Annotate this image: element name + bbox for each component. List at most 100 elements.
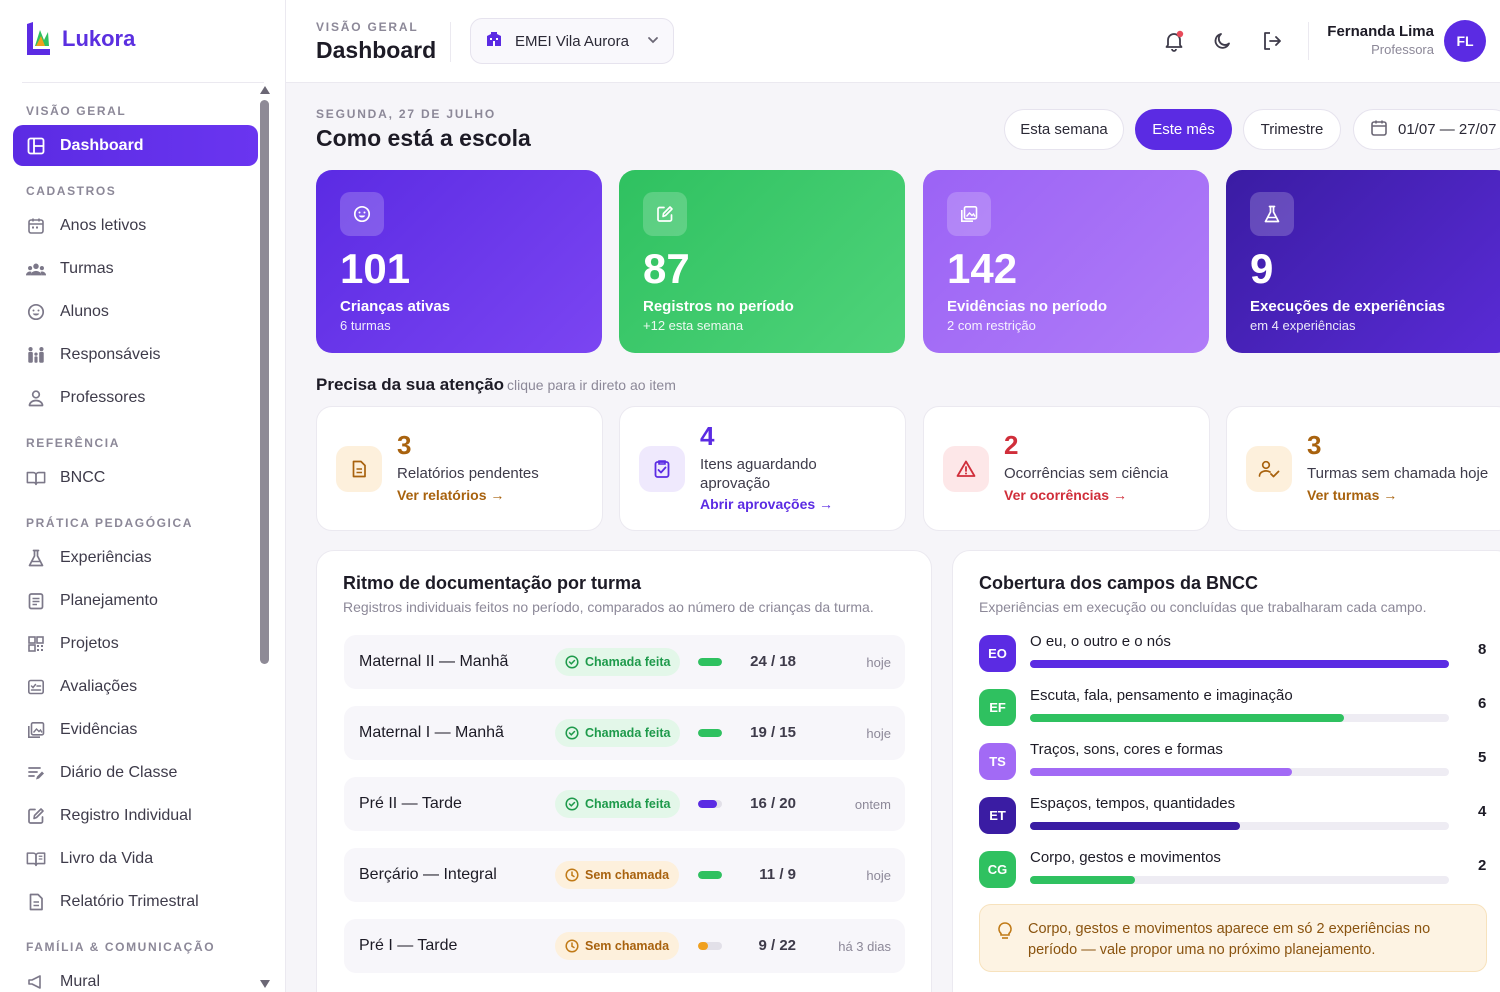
sidebar-item-diario-de-classe[interactable]: Diário de Classe [13, 752, 258, 793]
attention-link[interactable]: Ver relatórios → [397, 487, 504, 503]
sidebar-item-label: Registro Individual [60, 806, 192, 824]
sidebar-item-label: Diário de Classe [60, 763, 178, 781]
bncc-field-bar-fill [1030, 822, 1240, 830]
records-ratio: 19 / 15 [750, 724, 796, 741]
bncc-field-bar-fill [1030, 660, 1449, 668]
last-record-time: hoje [866, 726, 891, 741]
sidebar-scrollbar-thumb[interactable] [260, 100, 269, 664]
notification-bell-icon[interactable] [1161, 28, 1187, 54]
bncc-field-row[interactable]: EF Escuta, fala, pensamento e imaginação… [979, 687, 1499, 729]
brand[interactable]: Lukora [24, 22, 135, 56]
sidebar-item-responsaveis[interactable]: Responsáveis [13, 334, 258, 375]
attention-value: 3 [397, 430, 412, 460]
dark-mode-moon-icon[interactable] [1210, 28, 1236, 54]
calendar-icon [26, 216, 46, 236]
family-icon [26, 345, 46, 365]
attention-label: Itens aguardando aprovação [700, 456, 817, 492]
main-content: SEGUNDA, 27 DE JULHO Como está a escola … [286, 83, 1500, 992]
sidebar-item-projetos[interactable]: Projetos [13, 623, 258, 664]
bncc-subtitle: Experiências em execução ou concluídas q… [979, 599, 1427, 615]
kpi-subtext: +12 esta semana [643, 318, 744, 333]
sidebar-item-avaliacoes[interactable]: Avaliações [13, 666, 258, 707]
bncc-field-row[interactable]: TS Traços, sons, cores e formas 5 [979, 741, 1499, 783]
kpi-card[interactable]: 101 Crianças ativas 6 turmas [316, 170, 602, 353]
avatar[interactable]: FL [1444, 20, 1486, 62]
period-this-month-button[interactable]: Este mês [1135, 109, 1232, 150]
attention-link[interactable]: Ver turmas → [1307, 487, 1397, 503]
progress-bar [698, 729, 722, 737]
book-icon [26, 849, 46, 869]
rhythm-title: Ritmo de documentação por turma [343, 573, 642, 593]
bncc-title: Cobertura dos campos da BNCC [979, 573, 1259, 593]
scroll-down-arrow-icon[interactable] [260, 980, 270, 988]
bncc-field-count: 4 [1478, 803, 1487, 820]
scroll-up-arrow-icon[interactable] [260, 86, 270, 94]
kpi-value: 101 [340, 245, 411, 292]
attention-card[interactable]: 4 Itens aguardando aprovação Abrir aprov… [619, 406, 906, 531]
period-quarter-button[interactable]: Trimestre [1243, 109, 1341, 150]
topbar-separator [450, 22, 451, 62]
notes-icon [26, 763, 46, 783]
bncc-tip: Corpo, gestos e movimentos aparece em só… [979, 904, 1487, 972]
sidebar-section-title: VISÃO GERAL [26, 104, 127, 118]
topbar: VISÃO GERAL Dashboard EMEI Vila Aurora F… [286, 0, 1500, 83]
bncc-field-bar [1030, 768, 1449, 776]
bncc-field-row[interactable]: CG Corpo, gestos e movimentos 2 [979, 849, 1499, 891]
bncc-field-row[interactable]: ET Espaços, tempos, quantidades 4 [979, 795, 1499, 837]
table-row[interactable]: Pré II — Tarde Chamada feita 16 / 20 ont… [344, 777, 905, 831]
sidebar-item-mural[interactable]: Mural [13, 961, 258, 992]
school-select[interactable]: EMEI Vila Aurora [470, 18, 674, 64]
attention-title: Precisa da sua atenção [316, 375, 505, 394]
status-badge-label: Chamada feita [585, 797, 671, 811]
date-range-picker[interactable]: 01/07 — 27/07 [1353, 109, 1500, 150]
sidebar-item-dashboard[interactable]: Dashboard [13, 125, 258, 166]
attention-link[interactable]: Ver ocorrências → [1004, 487, 1127, 503]
sidebar-item-turmas[interactable]: Turmas [13, 248, 258, 289]
sidebar-item-anos-letivos[interactable]: Anos letivos [13, 205, 258, 246]
sidebar-item-label: Responsáveis [60, 345, 161, 363]
last-record-time: há 3 dias [838, 939, 891, 954]
bncc-field-count: 5 [1478, 749, 1487, 766]
period-this-week-button[interactable]: Esta semana [1004, 109, 1124, 150]
bncc-field-row[interactable]: EO O eu, o outro e o nós 8 [979, 633, 1499, 675]
bncc-coverage-panel: Cobertura dos campos da BNCC Experiência… [952, 550, 1500, 992]
table-row[interactable]: Maternal I — Manhã Chamada feita 19 / 15… [344, 706, 905, 760]
attention-card[interactable]: 2 Ocorrências sem ciência Ver ocorrência… [923, 406, 1210, 531]
smile-icon [26, 302, 46, 322]
sidebar-item-evidencias[interactable]: Evidências [13, 709, 258, 750]
progress-bar [698, 871, 722, 879]
kpi-card[interactable]: 87 Registros no período +12 esta semana [619, 170, 905, 353]
sidebar-item-professores[interactable]: Professores [13, 377, 258, 418]
logout-icon[interactable] [1259, 28, 1285, 54]
sidebar-item-planejamento[interactable]: Planejamento [13, 580, 258, 621]
edit-icon [26, 806, 46, 826]
sidebar-item-experiencias[interactable]: Experiências [13, 537, 258, 578]
kpi-card[interactable]: 9 Execuções de experiências em 4 experiê… [1226, 170, 1500, 353]
attention-card[interactable]: 3 Relatórios pendentes Ver relatórios → [316, 406, 603, 531]
bncc-field-code: CG [979, 851, 1016, 888]
attention-link[interactable]: Abrir aprovações → [700, 496, 833, 512]
bncc-field-bar [1030, 822, 1449, 830]
attention-card[interactable]: 3 Turmas sem chamada hoje Ver turmas → [1226, 406, 1500, 531]
status-badge: Chamada feita [555, 790, 681, 818]
bncc-field-bar [1030, 876, 1449, 884]
kpi-subtext: em 4 experiências [1250, 318, 1356, 333]
sidebar-item-registro-individual[interactable]: Registro Individual [13, 795, 258, 836]
sidebar-item-livro-da-vida[interactable]: Livro da Vida [13, 838, 258, 879]
document-icon [26, 892, 46, 912]
calendar-icon [1370, 119, 1388, 141]
kpi-card[interactable]: 142 Evidências no período 2 com restriçã… [923, 170, 1209, 353]
sidebar-item-alunos[interactable]: Alunos [13, 291, 258, 332]
attention-label: Relatórios pendentes [397, 465, 539, 482]
table-row[interactable]: Maternal II — Manhã Chamada feita 24 / 1… [344, 635, 905, 689]
progress-bar [698, 942, 722, 950]
page-heading: Como está a escola [316, 125, 531, 151]
sidebar-item-bncc[interactable]: BNCC [13, 457, 258, 498]
bncc-field-count: 8 [1478, 641, 1487, 658]
group-icon [26, 259, 46, 279]
table-row[interactable]: Berçário — Integral Sem chamada 11 / 9 h… [344, 848, 905, 902]
sidebar-item-relatorio-trimestral[interactable]: Relatório Trimestral [13, 881, 258, 922]
status-badge-label: Sem chamada [585, 939, 670, 953]
table-row[interactable]: Pré I — Tarde Sem chamada 9 / 22 há 3 di… [344, 919, 905, 973]
kpi-value: 142 [947, 245, 1018, 292]
